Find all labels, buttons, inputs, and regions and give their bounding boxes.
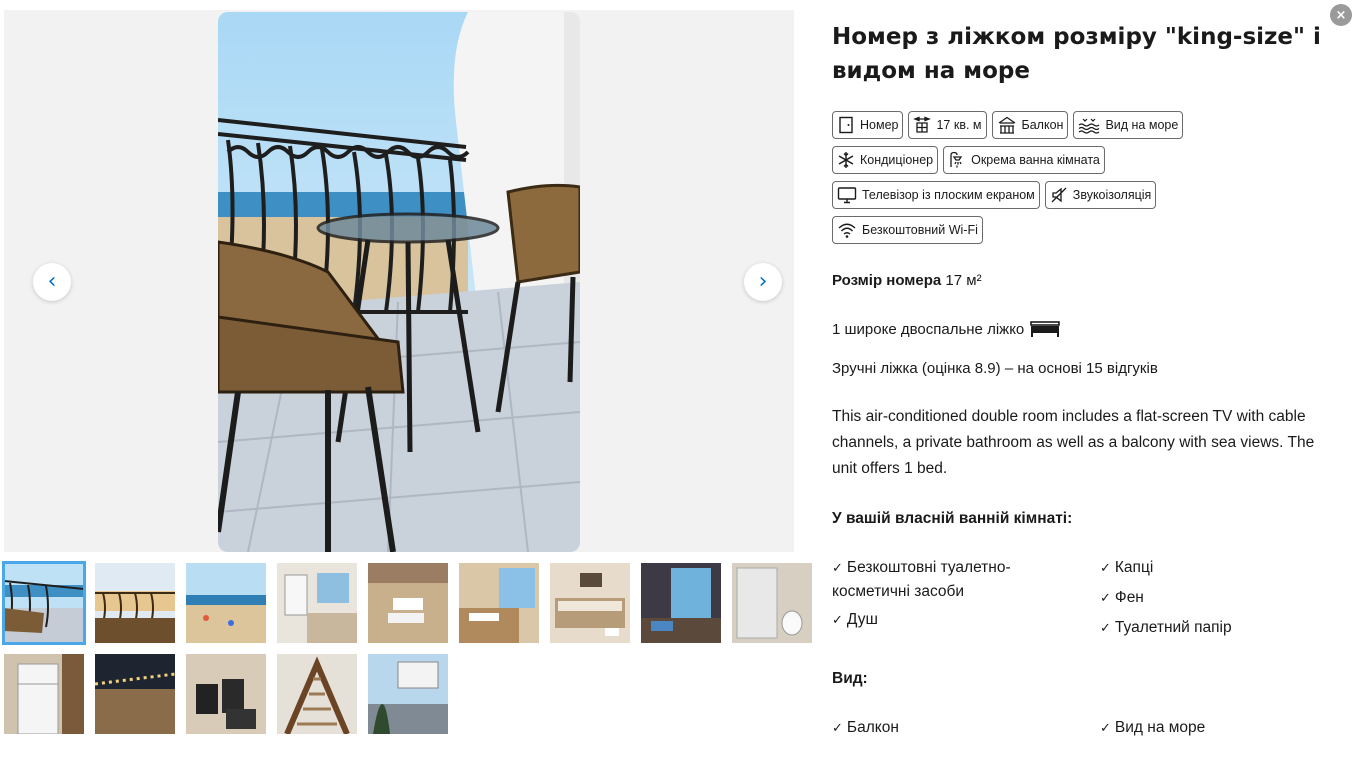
thumbnail-photo[interactable] — [186, 654, 266, 734]
view-section-title: Вид: — [832, 670, 868, 687]
room-size-value: 17 м² — [945, 272, 982, 289]
view-item: ✓ Балкон — [832, 719, 899, 736]
thumbnail-photo[interactable] — [550, 563, 630, 643]
tv-icon — [837, 187, 857, 204]
view-item: ✓ Вид на море — [1100, 719, 1206, 736]
room-title: Номер з ліжком розміру "king-size" і вид… — [832, 24, 1321, 84]
amenity-item: ✓ Капці — [1100, 559, 1154, 576]
checkmark-icon: ✓ — [832, 612, 843, 627]
bed-info: 1 широке двоспальне ліжко — [832, 320, 1061, 338]
badge-soundproofing: Звукоізоляція — [1044, 181, 1157, 209]
checkmark-icon: ✓ — [832, 560, 843, 575]
badge-label: Звукоізоляція — [1072, 188, 1152, 202]
room-icon — [839, 116, 853, 134]
thumbnail-photo[interactable] — [186, 563, 266, 643]
room-description: This air-conditioned double room include… — [832, 408, 1315, 477]
soundproof-icon — [1051, 187, 1067, 203]
chevron-left-icon: ‹ — [47, 269, 57, 294]
thumbnail-photo[interactable] — [368, 563, 448, 643]
sea-view-icon — [1079, 118, 1100, 134]
wifi-icon — [838, 223, 856, 238]
shower-icon — [950, 151, 963, 168]
thumbnail-photo[interactable] — [732, 563, 812, 643]
size-icon — [913, 116, 932, 133]
bed-rating: Зручні ліжка (оцінка 8.9) – на основі 15… — [832, 360, 1158, 377]
thumbnail-photo[interactable] — [277, 654, 357, 734]
balcony-icon — [998, 116, 1015, 134]
snowflake-icon — [838, 152, 854, 168]
badge-label: Безкоштовний Wi-Fi — [862, 223, 978, 237]
thumbnail-photo[interactable] — [95, 563, 175, 643]
amenity-item: ✓ Фен — [1100, 589, 1144, 606]
photo-gallery: ‹ › — [4, 10, 794, 552]
thumbnail-photo[interactable] — [459, 563, 539, 643]
badge-air-conditioning: Кондиціонер — [832, 146, 939, 174]
facility-badges: Номер 17 кв. м Балкон Вид на море Кондиц… — [832, 111, 1342, 251]
thumbnail-photo[interactable] — [95, 654, 175, 734]
thumbnail-photo[interactable] — [4, 654, 84, 734]
thumbnail-photo[interactable] — [277, 563, 357, 643]
checkmark-icon: ✓ — [1100, 590, 1111, 605]
amenity-item: ✓ Туалетний папір — [1100, 619, 1232, 636]
thumbnail-photo[interactable] — [368, 654, 448, 734]
chevron-right-icon: › — [758, 269, 768, 294]
room-size: Розмір номера 17 м² — [832, 272, 982, 289]
badge-size: 17 кв. м — [908, 111, 987, 139]
amenity-item: ✓ Безкоштовні туалетно-косметичні засоби — [832, 559, 1011, 600]
badge-label: Номер — [860, 118, 899, 132]
main-photo[interactable] — [218, 12, 580, 552]
room-size-label: Розмір номера — [832, 272, 942, 289]
badge-free-wifi: Безкоштовний Wi-Fi — [832, 216, 983, 244]
badge-balcony: Балкон — [991, 111, 1069, 139]
badge-room: Номер — [832, 111, 904, 139]
badge-flat-screen-tv: Телевізор із плоским екраном — [832, 181, 1040, 209]
badge-label: 17 кв. м — [936, 118, 982, 132]
amenity-item: ✓ Душ — [832, 611, 878, 628]
bathroom-section-title: У вашій власній ванній кімнаті: — [832, 510, 1073, 527]
badge-label: Вид на море — [1105, 118, 1179, 132]
badge-label: Телевізор із плоским екраном — [862, 188, 1035, 202]
double-bed-icon — [1030, 321, 1061, 337]
checkmark-icon: ✓ — [1100, 620, 1111, 635]
bed-text: 1 широке двоспальне ліжко — [832, 320, 1025, 338]
checkmark-icon: ✓ — [832, 720, 843, 735]
badge-label: Кондиціонер — [860, 153, 934, 167]
next-photo-button[interactable]: › — [744, 263, 782, 301]
checkmark-icon: ✓ — [1100, 720, 1111, 735]
badge-sea-view: Вид на море — [1073, 111, 1184, 139]
checkmark-icon: ✓ — [1100, 560, 1111, 575]
badge-label: Балкон — [1021, 118, 1064, 132]
previous-photo-button[interactable]: ‹ — [33, 263, 71, 301]
thumbnail-photo[interactable] — [641, 563, 721, 643]
badge-private-bathroom: Окрема ванна кімната — [943, 146, 1105, 174]
thumbnail-photo[interactable] — [2, 561, 86, 645]
badge-label: Окрема ванна кімната — [971, 153, 1100, 167]
